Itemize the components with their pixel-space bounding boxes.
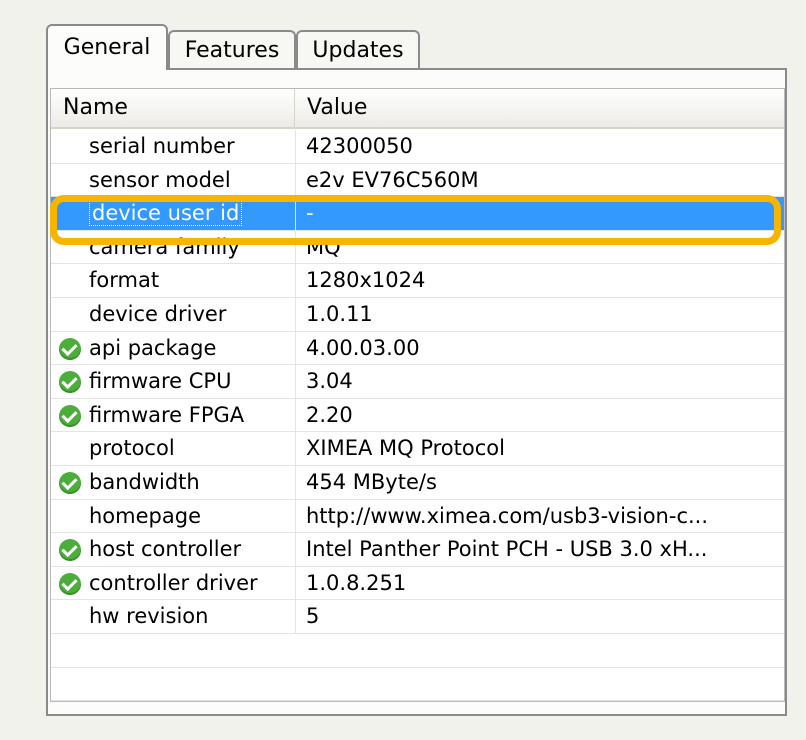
row-value: 1.0.8.251 — [295, 566, 784, 601]
tab-updates[interactable]: Updates — [296, 30, 420, 68]
row-value: 2.20 — [295, 398, 784, 433]
row-value: 5 — [295, 600, 784, 634]
row-name: firmware FPGA — [89, 402, 245, 427]
check-icon — [59, 404, 81, 427]
row-name: protocol — [89, 436, 175, 461]
list-row[interactable]: bandwidth 454 MByte/s — [51, 465, 784, 500]
row-name-cell: firmware CPU — [51, 365, 295, 399]
row-name-cell: firmware FPGA — [51, 399, 295, 433]
row-name: hw revision — [89, 604, 209, 629]
list-row[interactable] — [51, 668, 784, 701]
row-name: serial number — [89, 134, 235, 158]
list-header: Name Value — [51, 89, 784, 129]
row-value: Intel Panther Point PCH - USB 3.0 xH... — [295, 533, 784, 567]
check-icon — [59, 539, 81, 562]
check-icon — [59, 371, 81, 394]
list-row[interactable]: firmware CPU 3.04 — [51, 365, 784, 399]
row-name-cell: api package — [51, 332, 295, 366]
list-row[interactable]: sensor model e2v EV76C560M — [51, 163, 784, 198]
tab-panel-general: Name Value serial number 42300050 sensor m… — [46, 68, 787, 716]
tab-features[interactable]: Features — [168, 30, 296, 68]
row-name: device driver — [89, 301, 227, 326]
row-name-cell: format — [51, 264, 295, 298]
row-value: 1.0.11 — [295, 297, 784, 332]
list-row[interactable]: format 1280x1024 — [51, 264, 784, 298]
row-name-cell: serial number — [51, 130, 295, 164]
row-value: 4.00.03.00 — [295, 331, 784, 366]
list-row[interactable]: serial number 42300050 — [51, 130, 784, 164]
row-value: MQ — [295, 230, 784, 265]
row-value: e2v EV76C560M — [295, 163, 784, 198]
row-name: homepage — [89, 503, 201, 528]
check-icon — [59, 337, 81, 360]
property-list[interactable]: Name Value serial number 42300050 sensor m… — [50, 88, 785, 702]
row-name: controller driver — [89, 570, 258, 595]
check-icon — [59, 471, 81, 494]
row-name-cell: sensor model — [51, 164, 295, 198]
row-name-cell: camera family — [51, 231, 295, 265]
row-value: 454 MByte/s — [295, 465, 784, 500]
row-value: 1280x1024 — [295, 264, 784, 298]
row-name: device user id — [89, 200, 243, 227]
list-row[interactable]: homepage http://www.ximea.com/usb3-vision… — [51, 499, 784, 534]
list-row[interactable]: controller driver 1.0.8.251 — [51, 566, 784, 601]
list-row[interactable] — [51, 634, 784, 668]
row-value: 3.04 — [295, 365, 784, 399]
row-name: host controller — [89, 537, 242, 562]
row-name: camera family — [89, 234, 240, 259]
row-name-cell: protocol — [51, 432, 295, 466]
row-name-cell: hw revision — [51, 600, 295, 634]
list-rows: serial number 42300050 sensor model e2v EV7… — [51, 130, 784, 702]
column-header-name[interactable]: Name — [51, 89, 295, 127]
tab-general[interactable]: General — [46, 24, 168, 70]
list-row[interactable]: api package 4.00.03.00 — [51, 331, 784, 366]
check-icon — [59, 572, 81, 595]
list-row[interactable]: firmware FPGA 2.20 — [51, 398, 784, 433]
row-value: XIMEA MQ Protocol — [295, 432, 784, 466]
row-name: format — [89, 268, 160, 293]
list-row-selected[interactable]: device user id - — [51, 197, 784, 231]
list-row[interactable]: device driver 1.0.11 — [51, 297, 784, 332]
column-header-value[interactable]: Value — [295, 89, 784, 127]
list-row[interactable]: protocol XIMEA MQ Protocol — [51, 432, 784, 466]
list-row[interactable] — [51, 701, 784, 702]
list-row[interactable]: host controller Intel Panther Point PCH -… — [51, 533, 784, 567]
row-name-cell: controller driver — [51, 567, 295, 601]
row-name: bandwidth — [89, 469, 200, 494]
row-name-cell: device driver — [51, 298, 295, 332]
row-value: http://www.ximea.com/usb3-vision-c... — [295, 499, 784, 534]
row-name-cell: host controller — [51, 533, 295, 567]
row-name-cell: device user id — [51, 197, 295, 231]
row-value: - — [295, 197, 784, 231]
row-name-cell: bandwidth — [51, 466, 295, 500]
row-name: firmware CPU — [89, 369, 232, 394]
list-row[interactable]: hw revision 5 — [51, 600, 784, 634]
row-name-cell: homepage — [51, 500, 295, 534]
row-name: sensor model — [89, 167, 231, 192]
row-value: 42300050 — [295, 130, 784, 164]
row-name: api package — [89, 335, 217, 360]
list-row[interactable]: camera family MQ — [51, 230, 784, 265]
